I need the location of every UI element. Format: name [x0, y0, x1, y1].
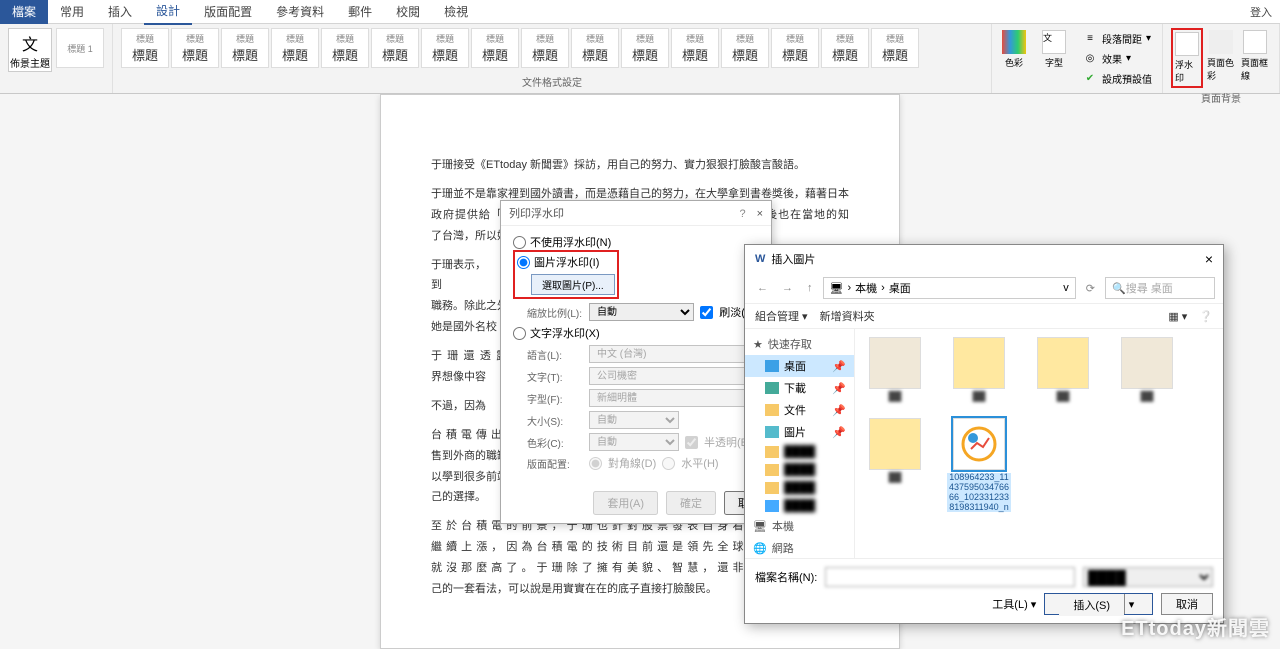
tab-home[interactable]: 常用: [48, 0, 96, 24]
colors-button[interactable]: 色彩: [998, 28, 1030, 71]
file-item-selected[interactable]: 108964233_1143759503476666_1023312338198…: [947, 418, 1011, 513]
effects[interactable]: ◎效果 ▾: [1078, 48, 1156, 68]
new-folder-button[interactable]: 新增資料夾: [820, 308, 875, 324]
scale-select[interactable]: 自動: [589, 303, 694, 321]
tab-review[interactable]: 校閱: [384, 0, 432, 24]
style-set[interactable]: 標題標題: [821, 28, 869, 68]
apply-button: 套用(A): [593, 491, 658, 515]
watermark-dialog: 列印浮水印 ? × 不使用浮水印(N) 圖片浮水印(I) 選取圖片(P)... …: [500, 200, 772, 524]
file-item[interactable]: ██: [1031, 337, 1095, 402]
sidebar-documents[interactable]: 文件📌: [745, 399, 854, 421]
style-set[interactable]: 標題標題: [121, 28, 169, 68]
style-set[interactable]: 標題標題: [771, 28, 819, 68]
sidebar-network[interactable]: 🌐網路: [745, 537, 854, 558]
close-icon[interactable]: ×: [1205, 251, 1213, 267]
tab-view[interactable]: 檢視: [432, 0, 480, 24]
style-set[interactable]: 標題標題: [871, 28, 919, 68]
select-picture-button[interactable]: 選取圖片(P)...: [531, 274, 615, 295]
organize-menu[interactable]: 組合管理 ▾: [755, 308, 808, 324]
style-preview[interactable]: 標題 1: [56, 28, 104, 68]
nav-up[interactable]: ↑: [803, 282, 817, 294]
tab-insert[interactable]: 插入: [96, 0, 144, 24]
paragraph-spacing[interactable]: ≡段落間距 ▾: [1078, 28, 1156, 48]
sidebar-this-pc[interactable]: 🖥本機: [745, 515, 854, 537]
set-default[interactable]: ✔設成預設值: [1078, 68, 1156, 88]
style-set[interactable]: 標題標題: [521, 28, 569, 68]
tab-design[interactable]: 設計: [144, 0, 192, 25]
style-set[interactable]: 標題標題: [421, 28, 469, 68]
file-item[interactable]: ██: [947, 337, 1011, 402]
close-icon[interactable]: ×: [757, 208, 763, 220]
style-set[interactable]: 標題標題: [221, 28, 269, 68]
sidebar-quick-access[interactable]: ★快速存取: [745, 333, 854, 355]
washout-check[interactable]: [700, 306, 713, 319]
login-link[interactable]: 登入: [1250, 4, 1272, 20]
radio-picture-watermark[interactable]: 圖片浮水印(I): [517, 254, 615, 270]
style-set[interactable]: 標題標題: [571, 28, 619, 68]
word-icon: W: [755, 253, 765, 265]
file-picker-dialog: W 插入圖片 × ← → ↑ 🖥 › 本機 › 桌面 v ⟳ 🔍 搜尋 桌面 組合…: [744, 244, 1224, 624]
file-item[interactable]: ██: [863, 337, 927, 402]
page-borders-button[interactable]: 頁面框線: [1239, 28, 1271, 84]
ribbon-tabs: 檔案 常用 插入 設計 版面配置 參考資料 郵件 校閱 檢視 登入: [0, 0, 1280, 24]
group-label-docformat: 文件格式設定: [121, 72, 983, 89]
file-item[interactable]: ██: [1115, 337, 1179, 402]
radio-no-watermark[interactable]: 不使用浮水印(N): [513, 234, 759, 250]
dialog-title: 插入圖片: [771, 251, 815, 267]
language-select: 中文 (台灣): [589, 345, 759, 363]
watermark-button[interactable]: 浮水印: [1171, 28, 1203, 88]
style-set[interactable]: 標題標題: [371, 28, 419, 68]
tab-references[interactable]: 參考資料: [264, 0, 336, 24]
nav-back[interactable]: ←: [753, 282, 772, 294]
fonts-button[interactable]: 文字型: [1038, 28, 1070, 71]
file-list[interactable]: ██ ██ ██ ██ ██ 108964233_114375950347666…: [855, 329, 1223, 558]
style-set[interactable]: 標題標題: [171, 28, 219, 68]
color-select: 自動: [589, 433, 679, 451]
ribbon-content: 文 佈景主題 標題 1 標題標題 標題標題 標題標題 標題標題 標題標題 標題標…: [0, 24, 1280, 94]
style-set[interactable]: 標題標題: [271, 28, 319, 68]
style-set[interactable]: 標題標題: [671, 28, 719, 68]
sidebar-pictures[interactable]: 圖片📌: [745, 421, 854, 443]
ok-button: 確定: [666, 491, 716, 515]
sidebar-item[interactable]: ████: [745, 497, 854, 515]
file-item[interactable]: ██: [863, 418, 927, 513]
branding-watermark: ETtoday新聞雲: [1121, 612, 1270, 641]
tab-layout[interactable]: 版面配置: [192, 0, 264, 24]
tools-menu[interactable]: 工具(L) ▾: [992, 596, 1036, 612]
size-select: 自動: [589, 411, 679, 429]
dialog-titlebar: 列印浮水印 ? ×: [501, 201, 771, 226]
paragraph: 于珊接受《ETtoday 新聞雲》採訪，用自己的努力、實力狠狠打臉酸言酸語。: [431, 155, 849, 176]
sidebar-item[interactable]: ████: [745, 479, 854, 497]
refresh-icon[interactable]: ⟳: [1082, 282, 1099, 295]
sidebar-downloads[interactable]: 下載📌: [745, 377, 854, 399]
sidebar-item[interactable]: ████: [745, 443, 854, 461]
tab-mailings[interactable]: 郵件: [336, 0, 384, 24]
nav-forward[interactable]: →: [778, 282, 797, 294]
search-input[interactable]: 🔍 搜尋 桌面: [1105, 277, 1215, 299]
help-icon[interactable]: ❔: [1199, 310, 1213, 323]
sidebar-item[interactable]: ████: [745, 461, 854, 479]
tab-file[interactable]: 檔案: [0, 0, 48, 24]
page-color-button[interactable]: 頁面色彩: [1205, 28, 1237, 84]
text-select: 公司機密: [589, 367, 759, 385]
sidebar: ★快速存取 桌面📌 下載📌 文件📌 圖片📌 ████ ████ ████ ███…: [745, 329, 855, 558]
sidebar-desktop[interactable]: 桌面📌: [745, 355, 854, 377]
filename-label: 檔案名稱(N):: [755, 569, 817, 585]
filename-input[interactable]: [825, 567, 1075, 587]
style-set[interactable]: 標題標題: [721, 28, 769, 68]
view-icon[interactable]: ▦ ▾: [1168, 310, 1187, 323]
font-select: 新細明體: [589, 389, 759, 407]
address-bar[interactable]: 🖥 › 本機 › 桌面 v: [823, 277, 1076, 299]
themes-button[interactable]: 文 佈景主題: [8, 28, 52, 72]
style-set[interactable]: 標題標題: [621, 28, 669, 68]
pc-icon: 🖥: [830, 282, 844, 295]
style-set[interactable]: 標題標題: [471, 28, 519, 68]
filetype-select[interactable]: ████: [1083, 567, 1213, 587]
radio-text-watermark[interactable]: 文字浮水印(X): [513, 325, 759, 341]
style-set[interactable]: 標題標題: [321, 28, 369, 68]
